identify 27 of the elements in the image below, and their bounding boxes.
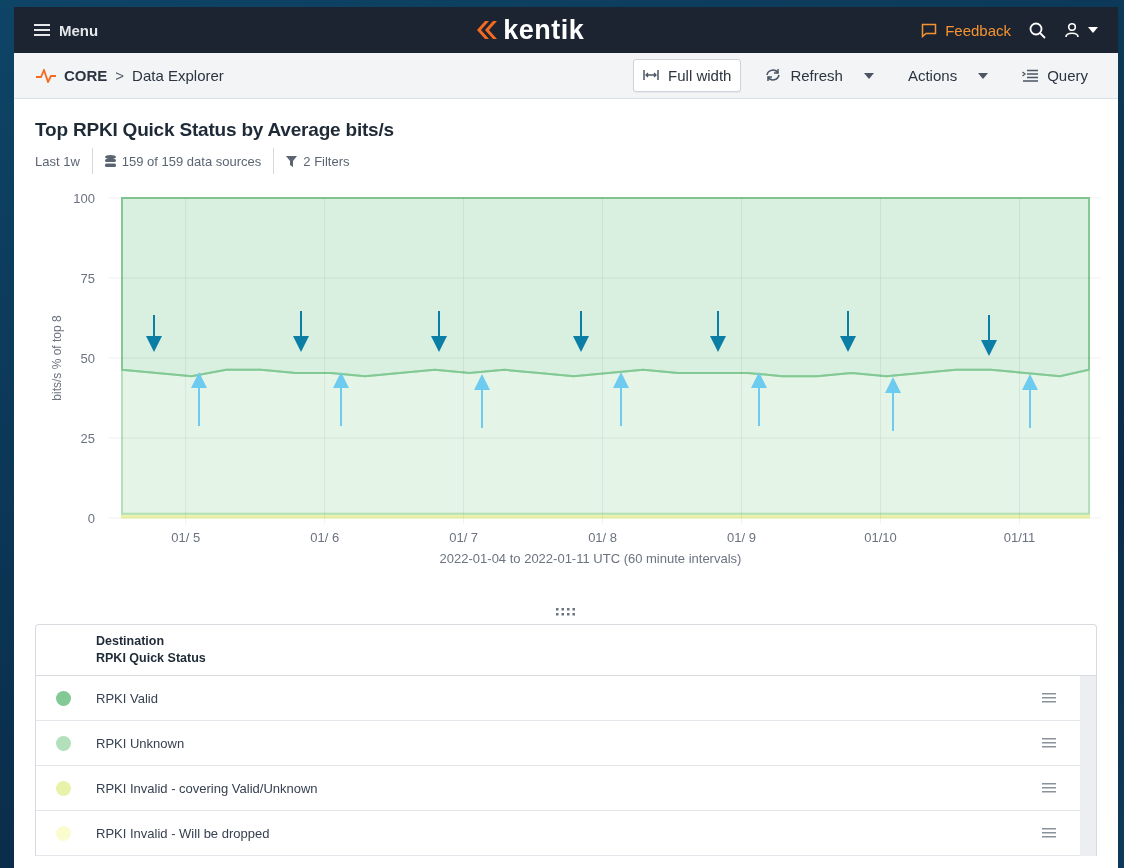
y-tick-label: 75 xyxy=(80,271,95,286)
y-tick-label: 25 xyxy=(80,431,95,446)
x-tick-label: 01/ 8 xyxy=(588,530,618,545)
filters-count: 2 Filters xyxy=(303,153,350,169)
breadcrumb-separator: > xyxy=(115,67,125,84)
panel-title: Top RPKI Quick Status by Average bits/s xyxy=(35,119,394,141)
y-tick-label: 50 xyxy=(80,351,95,366)
y-tick-label: 0 xyxy=(87,511,95,526)
x-tick-label: 01/11 xyxy=(1003,530,1036,545)
y-tick-label: 100 xyxy=(73,191,95,206)
row-label: RPKI Unknown xyxy=(96,735,186,751)
breadcrumb-current: Data Explorer xyxy=(132,67,224,84)
y-axis-label: bits/s % of top 8 xyxy=(50,315,64,401)
x-tick-label: 01/ 9 xyxy=(727,530,757,545)
x-tick-label: 01/ 7 xyxy=(449,530,479,545)
row-label: RPKI Invalid - covering Valid/Unknown xyxy=(96,780,319,796)
column-header: RPKI Quick Status xyxy=(96,651,207,665)
column-header: Destination xyxy=(96,634,166,648)
row-label: RPKI Invalid - Will be dropped xyxy=(96,825,271,841)
x-tick-label: 01/10 xyxy=(864,530,897,545)
x-axis-label: 2022-01-04 to 2022-01-11 UTC (60 minute intervals) xyxy=(439,551,742,566)
data-sources: 159 of 159 data sources xyxy=(121,153,262,169)
x-tick-label: 01/ 6 xyxy=(310,530,340,545)
x-tick-label: 01/ 5 xyxy=(171,530,201,545)
row-label: RPKI Valid xyxy=(96,690,159,706)
logo-text: kentik xyxy=(503,14,585,46)
time-range: Last 1w xyxy=(35,153,80,169)
